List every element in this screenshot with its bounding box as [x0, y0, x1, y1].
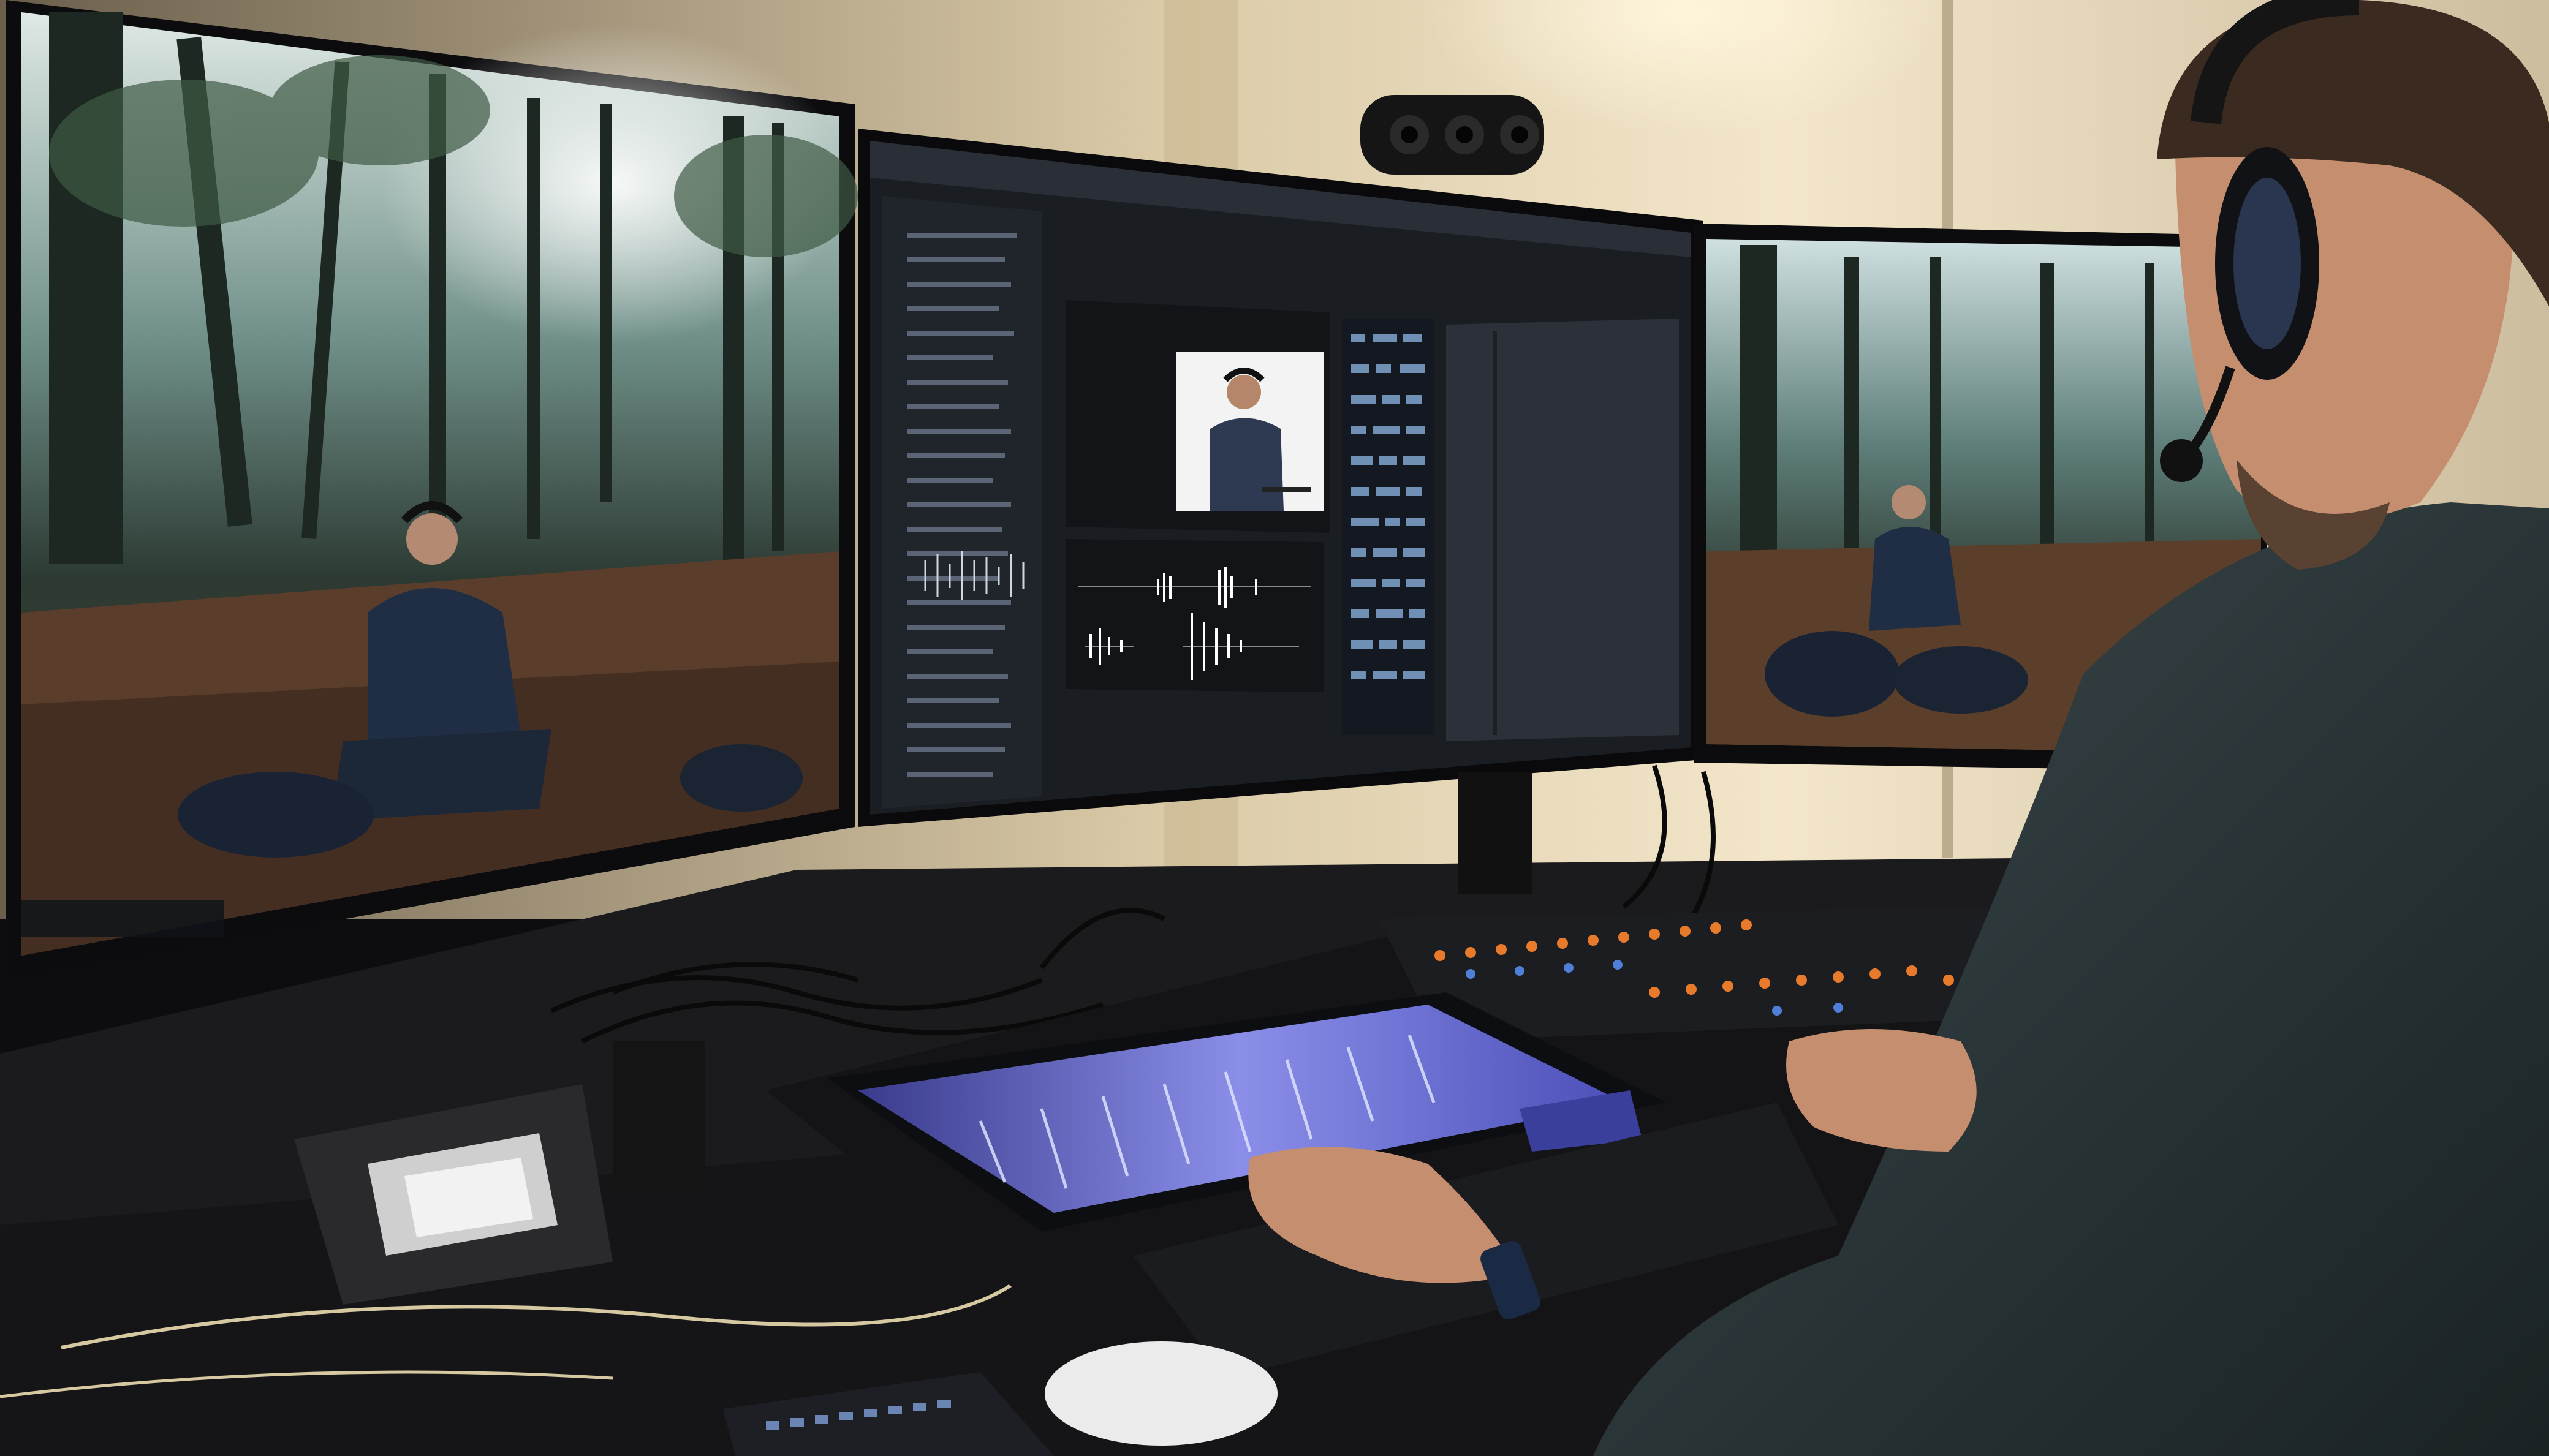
editing-suite-photo [0, 0, 2549, 1456]
mouse [1045, 1341, 1278, 1446]
left-monitor [6, 0, 858, 980]
clip-thumbnails [1342, 319, 1434, 735]
webcam [1360, 95, 1544, 175]
